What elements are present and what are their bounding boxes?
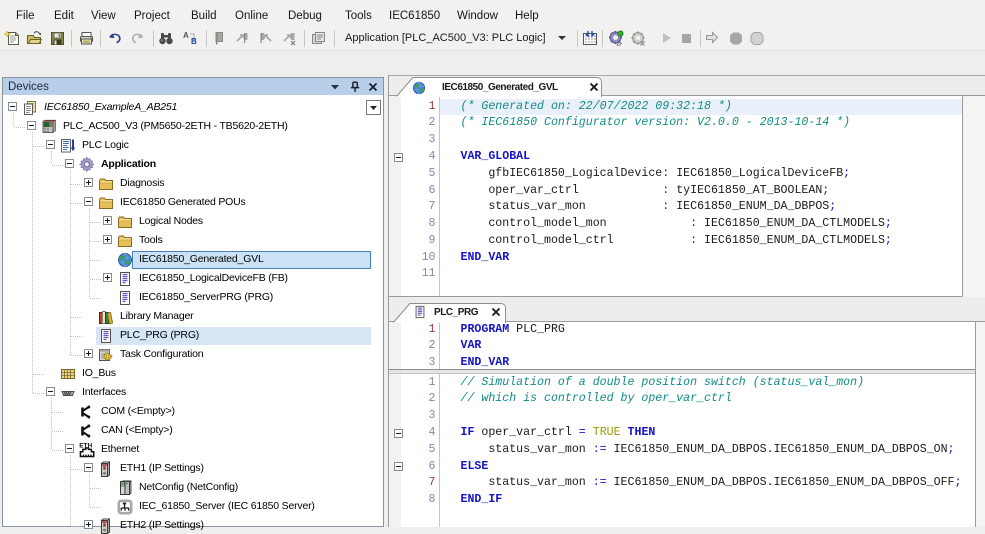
svg-text:B: B bbox=[191, 37, 197, 46]
svg-text:A: A bbox=[183, 31, 189, 40]
